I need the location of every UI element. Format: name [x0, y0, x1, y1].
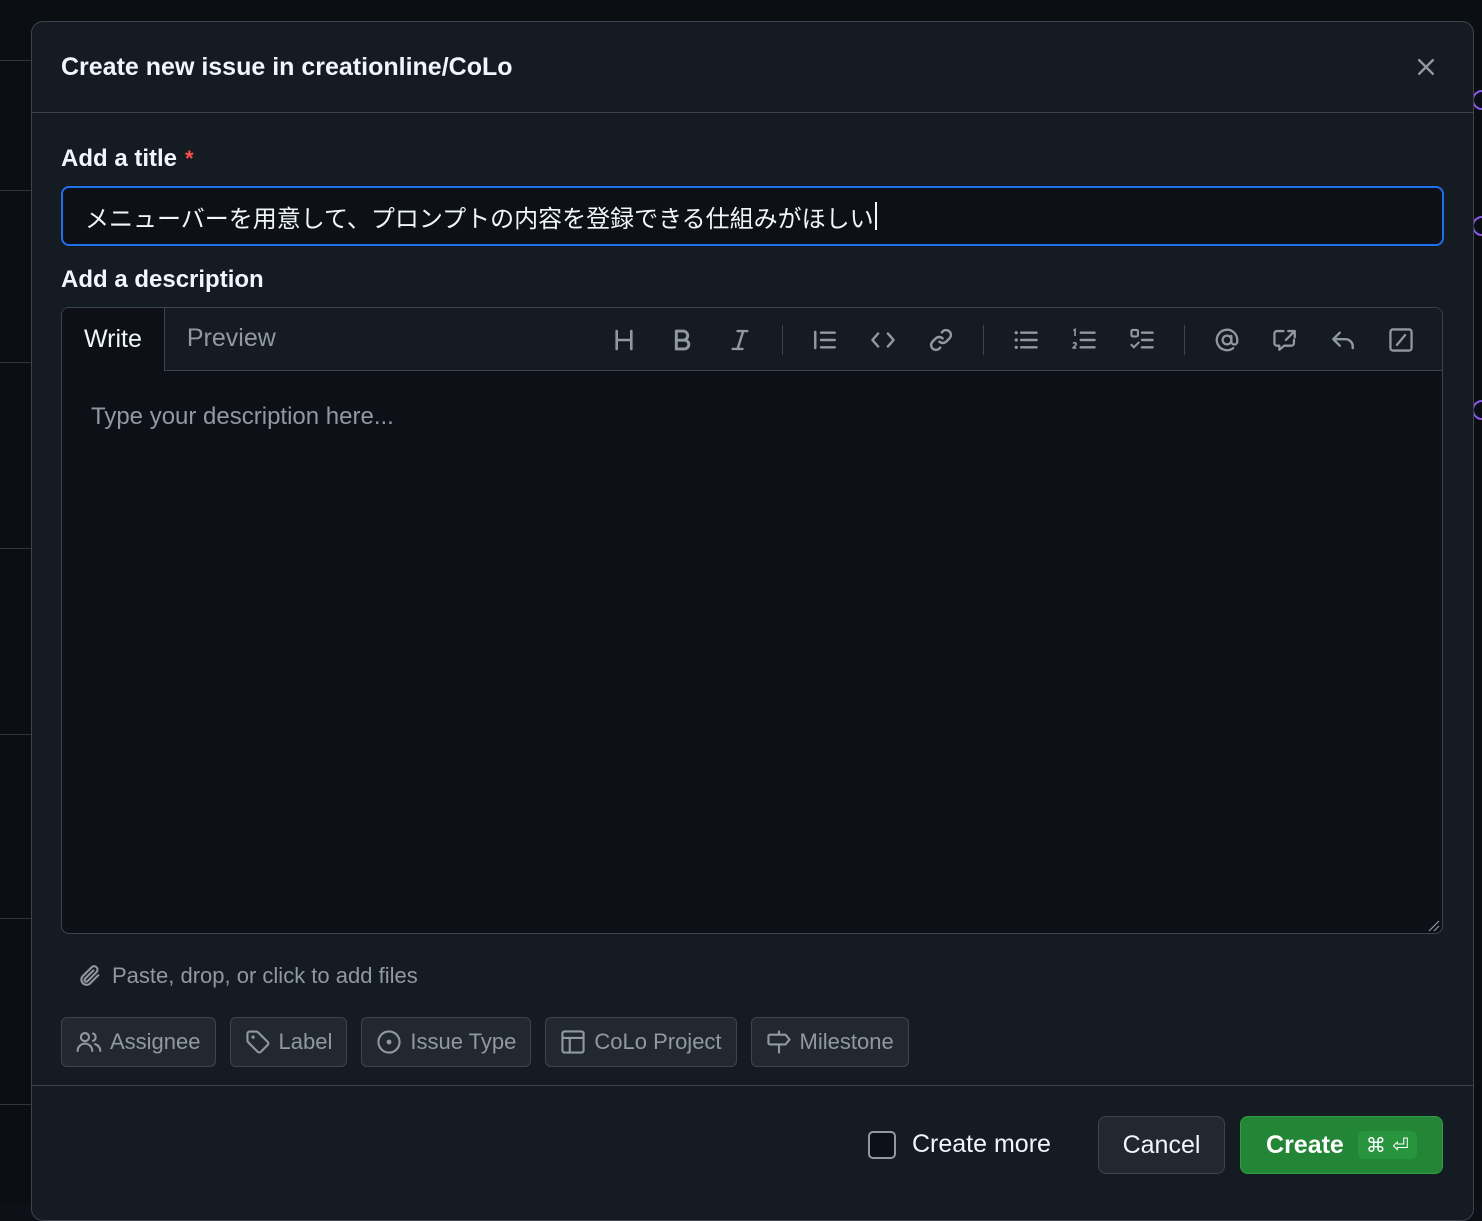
- title-input-value: メニューバーを用意して、プロンプトの内容を登録できる仕組みがほしい: [85, 199, 874, 234]
- bold-button[interactable]: [653, 320, 711, 360]
- dialog-title: Create new issue in creationline/CoLo: [61, 53, 513, 82]
- people-icon: [76, 1029, 102, 1055]
- toolbar-divider: [983, 325, 984, 355]
- italic-button[interactable]: [711, 320, 769, 360]
- paperclip-icon: [78, 963, 104, 989]
- issue-type-label: Issue Type: [410, 1029, 516, 1055]
- saved-replies-icon: [1330, 327, 1356, 353]
- link-icon: [928, 327, 954, 353]
- x-icon: [1415, 56, 1437, 78]
- project-button[interactable]: CoLo Project: [545, 1017, 736, 1067]
- milestone-label: Milestone: [800, 1029, 894, 1055]
- table-icon: [560, 1029, 586, 1055]
- project-label: CoLo Project: [594, 1029, 721, 1055]
- quote-button[interactable]: [796, 320, 854, 360]
- assignee-button[interactable]: Assignee: [61, 1017, 216, 1067]
- cancel-button[interactable]: Cancel: [1098, 1116, 1225, 1174]
- tab-write[interactable]: Write: [62, 307, 165, 371]
- title-label-text: Add a title: [61, 145, 177, 173]
- unordered-list-button[interactable]: [997, 320, 1055, 360]
- reference-button[interactable]: [1256, 320, 1314, 360]
- close-button[interactable]: [1409, 50, 1443, 84]
- create-button[interactable]: Create ⌘ ⏎: [1240, 1116, 1443, 1174]
- create-more-label: Create more: [912, 1130, 1051, 1159]
- assignee-label: Assignee: [110, 1029, 201, 1055]
- heading-icon: [611, 327, 637, 353]
- text-caret: [875, 202, 877, 230]
- editor-header: Write Preview: [62, 308, 1442, 371]
- dialog-header: Create new issue in creationline/CoLo: [32, 22, 1473, 113]
- description-textarea[interactable]: Type your description here...: [62, 371, 1442, 934]
- create-more-toggle[interactable]: Create more: [868, 1130, 1051, 1159]
- attach-files-label: Paste, drop, or click to add files: [112, 963, 418, 989]
- toolbar-divider: [782, 325, 783, 355]
- description-editor: Write Preview: [61, 307, 1443, 934]
- saved-replies-button[interactable]: [1314, 320, 1372, 360]
- required-marker: *: [185, 146, 194, 172]
- title-label: Add a title *: [61, 144, 1444, 174]
- create-button-label: Create: [1266, 1131, 1344, 1160]
- code-icon: [870, 327, 896, 353]
- link-button[interactable]: [912, 320, 970, 360]
- slash-commands-button[interactable]: [1372, 320, 1430, 360]
- task-list-icon: [1129, 327, 1155, 353]
- issue-type-button[interactable]: Issue Type: [361, 1017, 531, 1067]
- milestone-button[interactable]: Milestone: [751, 1017, 909, 1067]
- keyboard-shortcut: ⌘ ⏎: [1358, 1131, 1417, 1159]
- label-label: Label: [279, 1029, 333, 1055]
- dialog-footer: Create more Cancel Create ⌘ ⏎: [32, 1085, 1473, 1221]
- description-placeholder: Type your description here...: [91, 403, 394, 430]
- reference-icon: [1272, 327, 1298, 353]
- slash-commands-icon: [1388, 327, 1414, 353]
- tab-preview[interactable]: Preview: [165, 307, 298, 370]
- code-button[interactable]: [854, 320, 912, 360]
- mention-button[interactable]: [1198, 320, 1256, 360]
- issue-type-icon: [376, 1029, 402, 1055]
- title-input[interactable]: メニューバーを用意して、プロンプトの内容を登録できる仕組みがほしい: [61, 186, 1444, 246]
- create-more-checkbox[interactable]: [868, 1131, 896, 1159]
- create-issue-dialog: Create new issue in creationline/CoLo Ad…: [31, 21, 1474, 1221]
- italic-icon: [727, 327, 753, 353]
- toolbar-divider: [1184, 325, 1185, 355]
- tag-icon: [245, 1029, 271, 1055]
- markdown-toolbar: [595, 308, 1430, 371]
- description-label: Add a description: [61, 265, 1444, 295]
- quote-icon: [812, 327, 838, 353]
- milestone-icon: [766, 1029, 792, 1055]
- unordered-list-icon: [1013, 327, 1039, 353]
- resize-handle-icon[interactable]: [1426, 918, 1440, 932]
- mention-icon: [1214, 327, 1240, 353]
- heading-button[interactable]: [595, 320, 653, 360]
- metadata-row: Assignee Label Issue Type CoLo Project M…: [61, 1017, 1444, 1067]
- ordered-list-button[interactable]: [1055, 320, 1113, 360]
- label-button[interactable]: Label: [230, 1017, 348, 1067]
- task-list-button[interactable]: [1113, 320, 1171, 360]
- attach-files[interactable]: Paste, drop, or click to add files: [61, 961, 1444, 991]
- bold-icon: [669, 327, 695, 353]
- ordered-list-icon: [1071, 327, 1097, 353]
